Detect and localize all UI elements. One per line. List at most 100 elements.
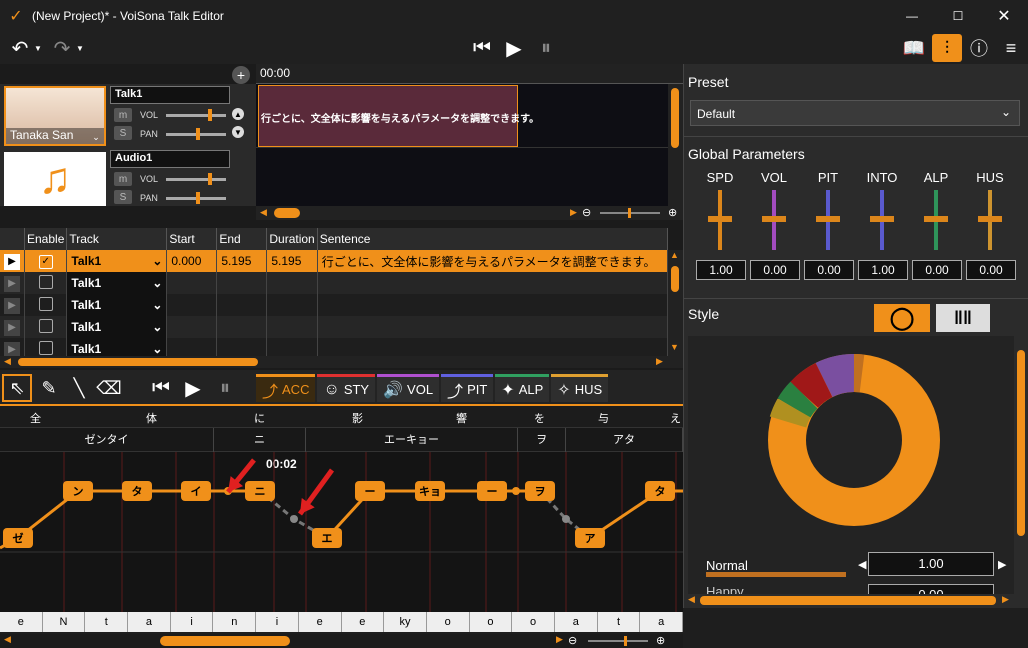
tab-sty[interactable]: ☺ STY	[317, 374, 376, 402]
minimize-icon[interactable]: —	[902, 6, 922, 26]
mora-node[interactable]: エ	[312, 528, 342, 548]
accent-control-point[interactable]	[290, 515, 298, 523]
row-enable-checkbox[interactable]: ✓	[38, 255, 53, 269]
phoneme-cell[interactable]: a	[640, 612, 683, 632]
pan-slider-knob[interactable]	[196, 128, 200, 140]
grid-scroll-up-icon[interactable]: ▲	[670, 250, 679, 260]
track-header-talk1[interactable]: Tanaka San ⌄ Talk1 m VOL S PAN ▲ ▼	[0, 84, 256, 148]
timeline-hscrollbar[interactable]: ◀ ▶ ⊖ ⊕	[256, 206, 683, 220]
talk-clip[interactable]: 行ごとに、文全体に影響を与えるパラメータを調整できます。	[258, 85, 539, 147]
mora-node[interactable]: ア	[575, 528, 605, 548]
row-track-select[interactable]: Talk1 ⌄	[66, 316, 168, 338]
grid-scroll-left-icon[interactable]: ◀	[4, 356, 11, 367]
select-tool-icon[interactable]: ⇖	[2, 374, 32, 402]
editor-zoom-in-icon[interactable]: ⊕	[656, 634, 665, 647]
phoneme-cell[interactable]: o	[512, 612, 555, 632]
editor-play-icon[interactable]: ▶	[180, 374, 206, 402]
phoneme-cell[interactable]: e	[342, 612, 385, 632]
mora-node[interactable]: ー	[477, 481, 507, 501]
param-slider-knob[interactable]	[708, 216, 732, 222]
mute-button[interactable]: m	[114, 172, 132, 186]
phoneme-cell[interactable]: a	[128, 612, 171, 632]
mora-node[interactable]: タ	[645, 481, 675, 501]
skip-start-icon[interactable]: ⏮	[470, 36, 494, 60]
vol-slider-knob[interactable]	[208, 173, 212, 185]
editor-zoom-out-icon[interactable]: ⊖	[568, 634, 577, 647]
maximize-icon[interactable]: ☐	[948, 6, 968, 26]
mora-node[interactable]: ニ	[245, 481, 275, 501]
row-enable-checkbox[interactable]	[38, 318, 53, 333]
row-play-icon[interactable]: ▶	[4, 319, 20, 336]
tab-pit[interactable]: ⤴ PIT	[441, 374, 494, 402]
track-up-icon[interactable]: ▲	[232, 108, 244, 120]
accent-editor[interactable]: 全体に影響を与え ゼンタイニエーキョーヲアタ 00:02 ゼンタイニエーキョーヲ…	[0, 406, 683, 632]
param-slider-knob[interactable]	[870, 216, 894, 222]
editor-zoom-slider[interactable]	[588, 640, 648, 642]
param-value[interactable]: 0.00	[966, 260, 1016, 280]
redo-dropdown-icon[interactable]: ▼	[76, 40, 84, 56]
param-slider[interactable]	[708, 190, 732, 250]
row-duration[interactable]: 5.195	[266, 250, 318, 272]
grid-vscroll-thumb[interactable]	[671, 266, 679, 292]
phoneme-cell[interactable]: e	[0, 612, 43, 632]
param-slider-knob[interactable]	[762, 216, 786, 222]
close-icon[interactable]: ✕	[994, 6, 1014, 26]
scroll-left-icon[interactable]: ◀	[260, 207, 267, 218]
phoneme-cell[interactable]: t	[598, 612, 641, 632]
style-bar-view-button[interactable]: ‖‖	[936, 304, 990, 332]
mora-node[interactable]: ー	[355, 481, 385, 501]
param-slider-knob[interactable]	[978, 216, 1002, 222]
param-slider[interactable]	[978, 190, 1002, 250]
row-track-select[interactable]: Talk1 ⌄	[66, 294, 168, 316]
vol-slider-knob[interactable]	[208, 109, 212, 121]
row-enable-checkbox[interactable]	[38, 296, 53, 311]
style-increase-icon[interactable]: ▶	[998, 558, 1006, 571]
phoneme-cell[interactable]: n	[213, 612, 257, 632]
scroll-right-icon[interactable]: ▶	[570, 207, 577, 218]
mora-node[interactable]: ゼ	[3, 528, 33, 548]
track-name[interactable]: Audio1	[110, 150, 230, 168]
style-donut-chart[interactable]	[764, 350, 944, 530]
pan-slider-knob[interactable]	[196, 192, 200, 204]
row-duration[interactable]	[266, 272, 318, 294]
grid-hscroll-thumb[interactable]	[18, 358, 258, 366]
tab-alp[interactable]: ✦ ALP	[495, 374, 550, 402]
phoneme-cell[interactable]: o	[427, 612, 470, 632]
row-sentence[interactable]	[317, 272, 669, 294]
reading-segment[interactable]: ニ	[214, 428, 306, 452]
track-vscroll-thumb[interactable]	[671, 88, 679, 148]
track-header-audio1[interactable]: ♫ Audio1 m VOL S PAN	[0, 148, 256, 206]
mora-node[interactable]: キョ	[415, 481, 445, 501]
row-start[interactable]	[166, 272, 218, 294]
grid-vscrollbar[interactable]: ▲ ▼	[668, 250, 683, 356]
param-slider[interactable]	[870, 190, 894, 250]
preset-select[interactable]: Default ⌄	[690, 100, 1020, 126]
mute-button[interactable]: m	[114, 108, 132, 122]
manual-book-icon[interactable]: 📖	[900, 36, 928, 60]
style-value-normal[interactable]: 1.00	[868, 552, 994, 576]
grid-row[interactable]: ▶ Talk1 ⌄	[0, 294, 669, 316]
play-icon[interactable]: ▶	[502, 36, 526, 60]
right-vscroll-thumb[interactable]	[1017, 350, 1025, 536]
reading-segment[interactable]: エーキョー	[306, 428, 518, 452]
row-play-icon[interactable]: ▶	[4, 297, 20, 314]
pen-tool-icon[interactable]: ✎	[36, 374, 62, 402]
editor-scroll-right-icon[interactable]: ▶	[556, 634, 563, 645]
phoneme-cell[interactable]: a	[555, 612, 598, 632]
right-scroll-left-icon[interactable]: ◀	[688, 594, 695, 605]
param-value[interactable]: 0.00	[804, 260, 854, 280]
timeline-ruler[interactable]: 00:00	[256, 64, 683, 84]
reading-segment[interactable]: アタ	[566, 428, 683, 452]
row-track-select[interactable]: Talk1 ⌄	[66, 250, 168, 272]
accent-curve[interactable]: ゼ ン タ イ ニエ ー キョ ー ヲア タ	[0, 452, 683, 612]
pause-icon[interactable]: ⏸	[534, 36, 558, 60]
param-value[interactable]: 0.00	[750, 260, 800, 280]
tab-vol[interactable]: 🔊 VOL	[377, 374, 440, 402]
mora-node[interactable]: ヲ	[525, 481, 555, 501]
param-slider-knob[interactable]	[816, 216, 840, 222]
row-play-icon[interactable]: ▶	[4, 253, 20, 270]
row-duration[interactable]	[266, 294, 318, 316]
zoom-in-icon[interactable]: ⊕	[668, 206, 677, 219]
redo-icon[interactable]: ↷	[48, 36, 76, 60]
track-lane-talk1[interactable]: 行ごとに、文全体に影響を与えるパラメータを調整できます。	[256, 84, 668, 148]
